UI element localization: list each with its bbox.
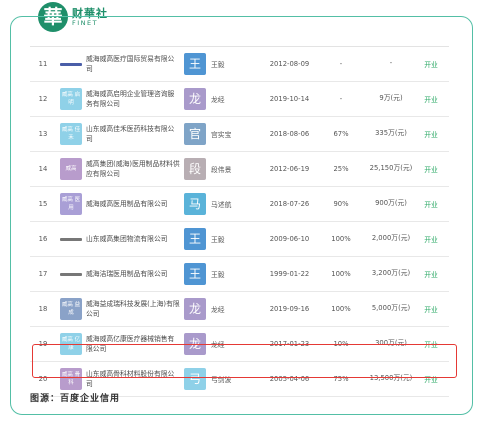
highlight-box — [32, 344, 457, 378]
company-logo-cell — [60, 257, 82, 291]
registered-capital: - — [389, 59, 393, 68]
company-name-link[interactable]: 威海洁瑞医用制品有限公司 — [86, 257, 180, 291]
legal-person[interactable]: 龙经 — [211, 82, 259, 116]
legal-person[interactable]: 马述航 — [211, 187, 259, 221]
holding-ratio: - — [339, 95, 343, 103]
person-avatar-cell: 龙 — [184, 292, 206, 326]
status-badge: 开业 — [424, 61, 438, 69]
company-logo: 威高 启明 — [60, 88, 82, 110]
holding-ratio: 100% — [331, 235, 351, 243]
company-logo-cell: 威高 医用 — [60, 187, 82, 221]
established-date: 2018-07-26 — [269, 200, 310, 208]
person-avatar: 龙 — [184, 298, 206, 320]
established-date: 2019-10-14 — [269, 95, 310, 103]
status-badge: 开业 — [424, 201, 438, 209]
legal-person[interactable]: 王毅 — [211, 222, 259, 256]
company-logo-cell: 威高 益成 — [60, 292, 82, 326]
person-avatar-cell: 王 — [184, 222, 206, 256]
person-avatar: 段 — [184, 158, 206, 180]
company-logo-wordmark — [60, 62, 82, 66]
status-badge: 开业 — [424, 236, 438, 244]
established-date: 2012-08-09 — [269, 60, 310, 68]
company-name-link[interactable]: 威高集团(威海)医用制品材料供应有限公司 — [86, 152, 180, 186]
table-row[interactable]: 11 威海威高医疗国际贸易有限公司王王毅 2012-08-09 - - 开业 — [30, 47, 449, 82]
company-logo-cell: 威高 启明 — [60, 82, 82, 116]
holding-ratio: 67% — [333, 130, 349, 138]
company-logo: 威高 — [60, 158, 82, 180]
holding-ratio: 100% — [331, 305, 351, 313]
established-date: 1999-01-22 — [269, 270, 310, 278]
legal-person[interactable]: 王毅 — [211, 47, 259, 81]
table-row[interactable]: 12 威高 启明 威海威高启明企业管理咨询服务有限公司龙龙经 2019-10-14 - 9… — [30, 82, 449, 117]
table-row[interactable]: 16 山东威高集团物流有限公司王王毅 2009-06-10 100% 2,000万(元)… — [30, 222, 449, 257]
table-row[interactable]: 14 威高 威高集团(威海)医用制品材料供应有限公司段段伟景 2012-06-19 25… — [30, 152, 449, 187]
company-logo: 威高 益成 — [60, 298, 82, 320]
registered-capital: 2,000万(元) — [371, 234, 411, 243]
company-logo-cell — [60, 47, 82, 81]
status-badge: 开业 — [424, 96, 438, 104]
established-date: 2009-06-10 — [269, 235, 310, 243]
status-badge: 开业 — [424, 166, 438, 174]
status-badge: 开业 — [424, 131, 438, 139]
company-logo-wordmark — [60, 272, 82, 276]
row-index: 16 — [38, 235, 48, 243]
company-logo-cell — [60, 222, 82, 256]
person-avatar: 王 — [184, 228, 206, 250]
status-badge: 开业 — [424, 271, 438, 279]
registered-capital: 5,000万(元) — [371, 304, 411, 313]
person-avatar-cell: 龙 — [184, 82, 206, 116]
registered-capital: 9万(元) — [379, 94, 403, 103]
source-caption: 图源：百度企业信用 — [30, 394, 121, 404]
row-index: 15 — [38, 200, 48, 208]
row-index: 14 — [38, 165, 48, 173]
person-avatar-cell: 王 — [184, 47, 206, 81]
person-avatar: 马 — [184, 193, 206, 215]
company-logo-wordmark — [60, 237, 82, 241]
holding-ratio: 100% — [331, 270, 351, 278]
company-logo-cell: 威高 佳禾 — [60, 117, 82, 151]
company-logo: 威高 医用 — [60, 193, 82, 215]
person-avatar: 王 — [184, 263, 206, 285]
company-logo: 威高 佳禾 — [60, 123, 82, 145]
registered-capital: 900万(元) — [375, 199, 407, 208]
person-avatar: 龙 — [184, 88, 206, 110]
established-date: 2018-08-06 — [269, 130, 310, 138]
legal-person[interactable]: 王毅 — [211, 257, 259, 291]
company-logo-cell: 威高 — [60, 152, 82, 186]
table-row[interactable]: 13 威高 佳禾 山东威高佳禾医药科技有限公司官宫实宝 2018-08-06 67% 33… — [30, 117, 449, 152]
legal-person[interactable]: 段伟景 — [211, 152, 259, 186]
person-avatar-cell: 段 — [184, 152, 206, 186]
row-index: 11 — [38, 60, 48, 68]
person-avatar: 王 — [184, 53, 206, 75]
company-name-link[interactable]: 山东威高集团物流有限公司 — [86, 222, 180, 256]
registered-capital: 25,150万(元) — [369, 164, 413, 173]
established-date: 2019-09-16 — [269, 305, 310, 313]
company-name-link[interactable]: 威海益成瑞科技发展(上海)有限公司 — [86, 292, 180, 326]
holding-ratio: - — [339, 60, 343, 68]
person-avatar: 官 — [184, 123, 206, 145]
row-index: 12 — [38, 95, 48, 103]
table-row[interactable]: 17 威海洁瑞医用制品有限公司王王毅 1999-01-22 100% 3,200万(元)… — [30, 257, 449, 292]
status-badge: 开业 — [424, 306, 438, 314]
registered-capital: 335万(元) — [375, 129, 407, 138]
person-avatar-cell: 官 — [184, 117, 206, 151]
table-row[interactable]: 18 威高 益成 威海益成瑞科技发展(上海)有限公司龙龙经 2019-09-16 100… — [30, 292, 449, 327]
row-index: 17 — [38, 270, 48, 278]
holding-ratio: 90% — [333, 200, 349, 208]
company-name-link[interactable]: 山东威高佳禾医药科技有限公司 — [86, 117, 180, 151]
company-name-link[interactable]: 威海威高启明企业管理咨询服务有限公司 — [86, 82, 180, 116]
person-avatar-cell: 马 — [184, 187, 206, 221]
registered-capital: 3,200万(元) — [371, 269, 411, 278]
table-row[interactable]: 15 威高 医用 威海威高医用制品有限公司马马述航 2018-07-26 90% 900万… — [30, 187, 449, 222]
row-index: 13 — [38, 130, 48, 138]
established-date: 2012-06-19 — [269, 165, 310, 173]
row-index: 18 — [38, 305, 48, 313]
legal-person[interactable]: 龙经 — [211, 292, 259, 326]
legal-person[interactable]: 宫实宝 — [211, 117, 259, 151]
company-name-link[interactable]: 威海威高医疗国际贸易有限公司 — [86, 47, 180, 81]
holding-ratio: 25% — [333, 165, 349, 173]
company-name-link[interactable]: 威海威高医用制品有限公司 — [86, 187, 180, 221]
person-avatar-cell: 王 — [184, 257, 206, 291]
